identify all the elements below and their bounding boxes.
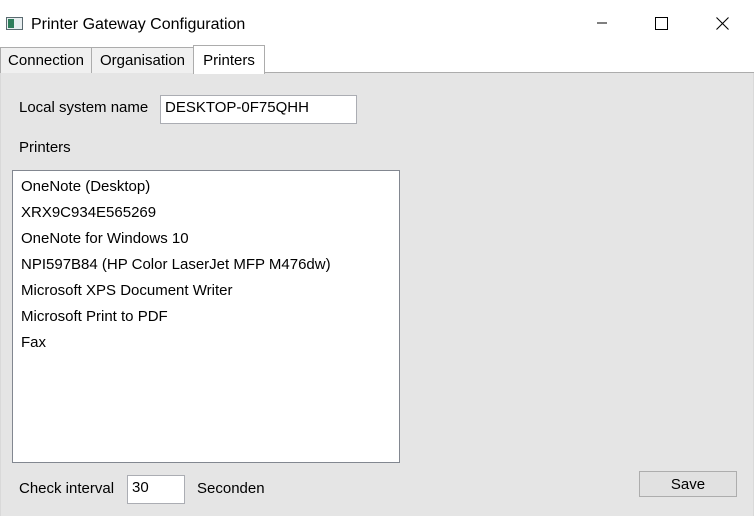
local-system-name-label: Local system name (19, 99, 149, 116)
tab-printers[interactable]: Printers (193, 45, 265, 74)
maximize-icon (654, 16, 668, 30)
list-item[interactable]: XRX9C934E565269 (13, 200, 399, 226)
list-item[interactable]: Fax (13, 330, 399, 356)
check-interval-field[interactable]: 30 (127, 475, 185, 504)
minimize-icon (597, 22, 607, 24)
close-icon (715, 16, 729, 30)
title-bar[interactable]: Printer Gateway Configuration (0, 0, 754, 46)
local-system-name-field[interactable]: DESKTOP-0F75QHH (160, 95, 357, 124)
app-icon (6, 17, 23, 30)
tab-organisation[interactable]: Organisation (91, 47, 194, 73)
printers-list[interactable]: OneNote (Desktop) XRX9C934E565269 OneNot… (12, 170, 400, 463)
list-item[interactable]: OneNote for Windows 10 (13, 226, 399, 252)
list-item[interactable]: OneNote (Desktop) (13, 174, 399, 200)
printers-label: Printers (19, 139, 71, 156)
maximize-button[interactable] (631, 0, 691, 46)
close-button[interactable] (692, 0, 752, 46)
list-item[interactable]: Microsoft Print to PDF (13, 304, 399, 330)
list-item[interactable]: Microsoft XPS Document Writer (13, 278, 399, 304)
check-interval-label: Check interval (19, 480, 115, 497)
minimize-button[interactable] (572, 0, 632, 46)
list-item[interactable]: NPI597B84 (HP Color LaserJet MFP M476dw) (13, 252, 399, 278)
save-button[interactable]: Save (639, 471, 737, 497)
tab-connection[interactable]: Connection (0, 47, 92, 73)
seconds-label: Seconden (197, 480, 265, 497)
window-title: Printer Gateway Configuration (31, 16, 246, 33)
